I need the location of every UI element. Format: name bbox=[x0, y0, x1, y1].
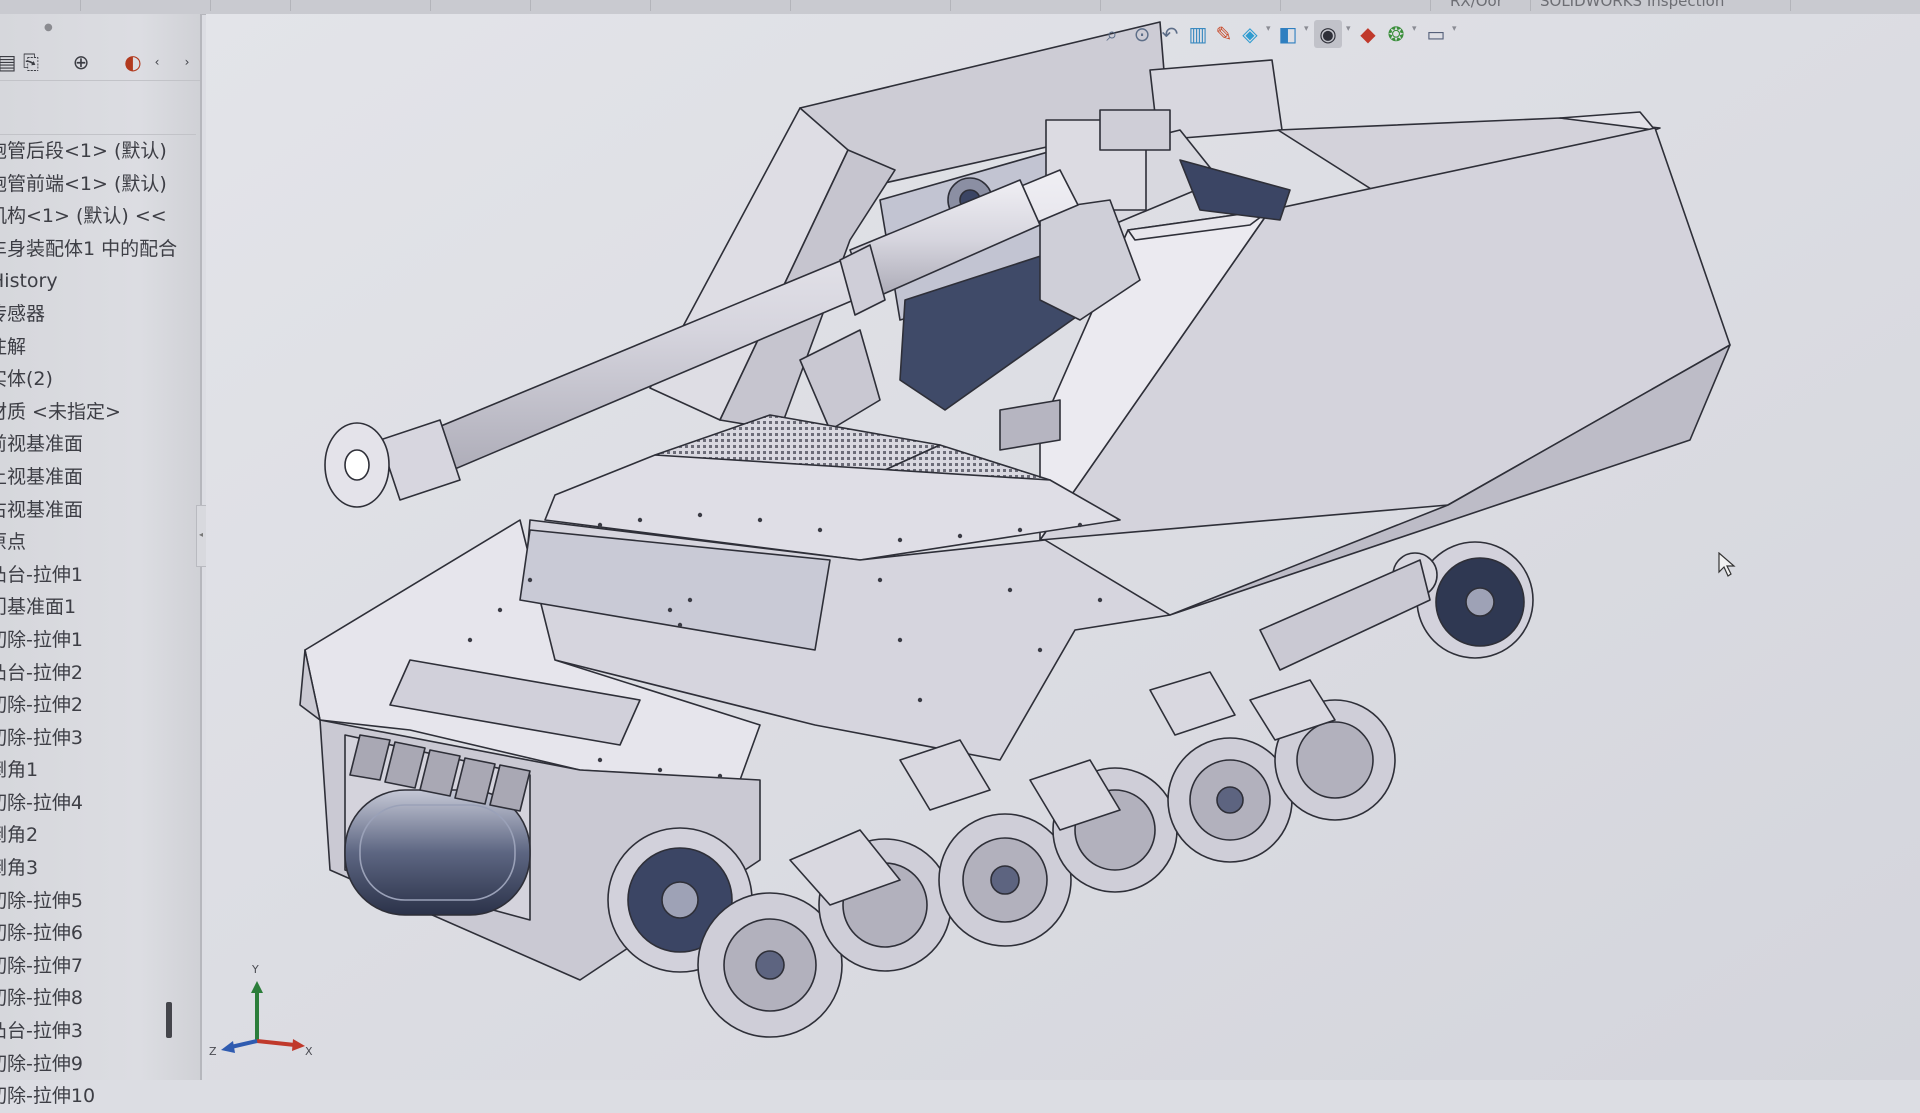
tree-item[interactable]: 切除-拉伸3 bbox=[0, 722, 190, 755]
tree-item[interactable]: 右视基准面 bbox=[0, 494, 190, 527]
tree-item[interactable]: 传感器 bbox=[0, 298, 190, 331]
tree-item[interactable]: 车身装配体1 中的配合 bbox=[0, 233, 190, 266]
external-fuel-tank bbox=[344, 789, 531, 916]
chevron-right-icon[interactable]: › bbox=[172, 48, 202, 76]
command-manager-tabs: RX/Oor SOLIDWORKS Inspection bbox=[0, 0, 1920, 15]
tab-solidworks-inspection[interactable]: SOLIDWORKS Inspection bbox=[1530, 0, 1791, 11]
tree-item[interactable]: 上视基准面 bbox=[0, 461, 190, 494]
tab-6[interactable] bbox=[530, 0, 651, 11]
tree-item[interactable]: 切除-拉伸10 bbox=[0, 1080, 190, 1113]
apply-scene-icon[interactable]: ❂ bbox=[1382, 20, 1410, 48]
tree-item[interactable]: 机构<1> (默认) << bbox=[0, 200, 190, 233]
tab-3[interactable] bbox=[210, 0, 291, 11]
tree-scrollbar[interactable] bbox=[166, 1002, 172, 1038]
tree-item[interactable]: 凸台-拉伸3 bbox=[0, 1015, 190, 1048]
feature-manager-panel: ● ▤ ⎘ ⊕ ◐ ‹ › 炮管后段<1> (默认) 炮管前端<1> (默认) … bbox=[0, 14, 202, 1107]
tab-rx[interactable]: RX/Oor bbox=[1440, 0, 1531, 11]
tree-item[interactable]: 注解 bbox=[0, 331, 190, 364]
tab-1[interactable] bbox=[0, 0, 81, 11]
graphics-area[interactable] bbox=[206, 14, 1920, 1080]
tree-item[interactable]: History bbox=[0, 265, 190, 298]
x-axis-label: X bbox=[305, 1045, 313, 1058]
tree-item[interactable]: 切除-拉伸4 bbox=[0, 787, 190, 820]
tree-item[interactable]: 切除-拉伸5 bbox=[0, 885, 190, 918]
view-orientation-icon[interactable]: ◈ bbox=[1236, 20, 1264, 48]
tree-item[interactable]: 切除-拉伸6 bbox=[0, 917, 190, 950]
tree-item[interactable]: 炮管后段<1> (默认) bbox=[0, 135, 190, 168]
tree-item[interactable]: 倒角3 bbox=[0, 852, 190, 885]
tree-item[interactable]: 凸台-拉伸1 bbox=[0, 559, 190, 592]
view-settings-icon[interactable]: ▭ bbox=[1422, 20, 1450, 48]
chevron-down-icon[interactable]: ▾ bbox=[1346, 24, 1351, 34]
previous-view-icon[interactable]: ↶ bbox=[1156, 20, 1184, 48]
chevron-left-icon[interactable]: ‹ bbox=[142, 48, 172, 76]
feature-tree: 炮管后段<1> (默认) 炮管前端<1> (默认) 机构<1> (默认) << … bbox=[0, 135, 190, 1113]
tree-item[interactable]: 倒角1 bbox=[0, 754, 190, 787]
tab-9[interactable] bbox=[950, 0, 1101, 11]
tree-item[interactable]: 切除-拉伸2 bbox=[0, 689, 190, 722]
tree-item[interactable]: 炮管前端<1> (默认) bbox=[0, 168, 190, 201]
tab-10[interactable] bbox=[1100, 0, 1281, 11]
tree-item[interactable]: 切除-拉伸7 bbox=[0, 950, 190, 983]
tab-8[interactable] bbox=[790, 0, 951, 11]
edit-appearance-icon[interactable]: ◆ bbox=[1354, 20, 1382, 48]
x-axis-arrow bbox=[256, 1039, 296, 1047]
zoom-to-area-icon[interactable]: ⊙ bbox=[1128, 20, 1156, 48]
tree-item[interactable]: 倒角2 bbox=[0, 819, 190, 852]
tree-item[interactable]: 材质 <未指定> bbox=[0, 396, 190, 429]
tab-7[interactable] bbox=[650, 0, 791, 11]
z-axis-arrow bbox=[230, 1039, 258, 1049]
zoom-to-fit-icon[interactable]: ⌕ bbox=[1098, 20, 1126, 48]
tab-11[interactable] bbox=[1280, 0, 1431, 11]
tree-item[interactable]: 切除-拉伸8 bbox=[0, 982, 190, 1015]
tree-item[interactable]: 原点 bbox=[0, 526, 190, 559]
chevron-down-icon[interactable]: ▾ bbox=[1266, 24, 1271, 34]
coordinate-triad: Y X Z bbox=[209, 963, 313, 1058]
tree-filter-area[interactable] bbox=[0, 80, 196, 135]
display-style-icon[interactable]: ◧ bbox=[1274, 20, 1302, 48]
tree-item[interactable]: 切除-拉伸1 bbox=[0, 624, 190, 657]
tree-item[interactable]: 切除-拉伸9 bbox=[0, 1048, 190, 1081]
tree-item[interactable]: 前视基准面 bbox=[0, 428, 190, 461]
section-view-icon[interactable]: ▥ bbox=[1184, 20, 1212, 48]
dim-xpert-icon[interactable]: ⊕ bbox=[66, 48, 96, 76]
dynamic-annotation-icon[interactable]: ✎ bbox=[1210, 20, 1238, 48]
panel-header: ● bbox=[44, 22, 53, 33]
tab-2[interactable] bbox=[80, 0, 211, 11]
chevron-down-icon[interactable]: ▾ bbox=[1304, 24, 1309, 34]
tab-5[interactable] bbox=[430, 0, 531, 11]
y-axis-label: Y bbox=[251, 963, 259, 976]
chevron-down-icon[interactable]: ▾ bbox=[1452, 24, 1457, 34]
chevron-down-icon[interactable]: ▾ bbox=[1412, 24, 1417, 34]
idler-wheel bbox=[1416, 541, 1534, 659]
configuration-manager-icon[interactable]: ⎘ bbox=[16, 48, 46, 76]
tab-4[interactable] bbox=[290, 0, 431, 11]
panel-toolbar: ▤ ⎘ ⊕ ◐ ‹ › bbox=[0, 44, 200, 81]
z-axis-label: Z bbox=[209, 1045, 217, 1058]
mouse-cursor bbox=[1718, 552, 1736, 577]
hide-show-items-icon[interactable]: ◉ bbox=[1314, 20, 1342, 48]
tree-item[interactable]: 门基准面1 bbox=[0, 591, 190, 624]
tree-item[interactable]: 实体(2) bbox=[0, 363, 190, 396]
tree-item[interactable]: 凸台-拉伸2 bbox=[0, 657, 190, 690]
